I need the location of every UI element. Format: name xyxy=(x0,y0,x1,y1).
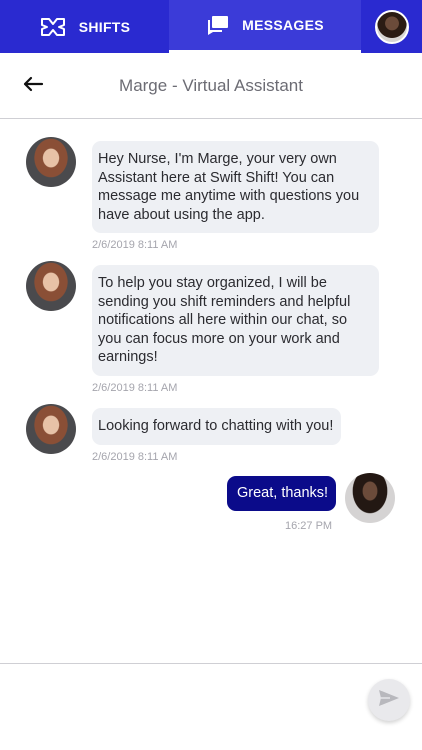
send-icon xyxy=(378,688,400,713)
message-bubble: Looking forward to chatting with you! xyxy=(92,408,342,445)
tab-messages[interactable]: MESSAGES xyxy=(169,0,361,53)
back-button[interactable] xyxy=(20,73,46,99)
message-thread: Hey Nurse, I'm Marge, your very own Assi… xyxy=(0,119,422,663)
back-arrow-icon xyxy=(22,76,44,97)
tab-shifts[interactable]: SHIFTS xyxy=(0,0,169,53)
message-timestamp: 16:27 PM xyxy=(285,520,333,532)
assistant-avatar xyxy=(26,404,76,454)
tab-shifts-label: SHIFTS xyxy=(78,18,131,35)
profile-avatar-button[interactable] xyxy=(361,0,422,53)
messages-icon xyxy=(206,14,230,36)
page-title: Marge - Virtual Assistant xyxy=(119,75,303,95)
top-navigation: SHIFTS MESSAGES xyxy=(0,0,422,53)
avatar xyxy=(374,9,409,44)
send-button[interactable] xyxy=(368,679,410,721)
message-timestamp: 2/6/2019 8:11 AM xyxy=(92,451,178,463)
message-bubble: To help you stay organized, I will be se… xyxy=(92,265,379,376)
shifts-icon xyxy=(39,17,67,37)
assistant-avatar xyxy=(26,137,76,187)
message-bubble: Hey Nurse, I'm Marge, your very own Assi… xyxy=(92,141,379,233)
message-timestamp: 2/6/2019 8:11 AM xyxy=(92,239,178,251)
conversation-header: Marge - Virtual Assistant xyxy=(0,53,422,119)
tab-messages-label: MESSAGES xyxy=(242,17,324,33)
message-input[interactable] xyxy=(12,680,352,720)
assistant-avatar xyxy=(26,261,76,311)
message-bubble-user: Great, thanks! xyxy=(227,476,337,511)
message-composer xyxy=(0,663,422,750)
user-avatar xyxy=(345,473,395,523)
message-timestamp: 2/6/2019 8:11 AM xyxy=(92,382,178,394)
